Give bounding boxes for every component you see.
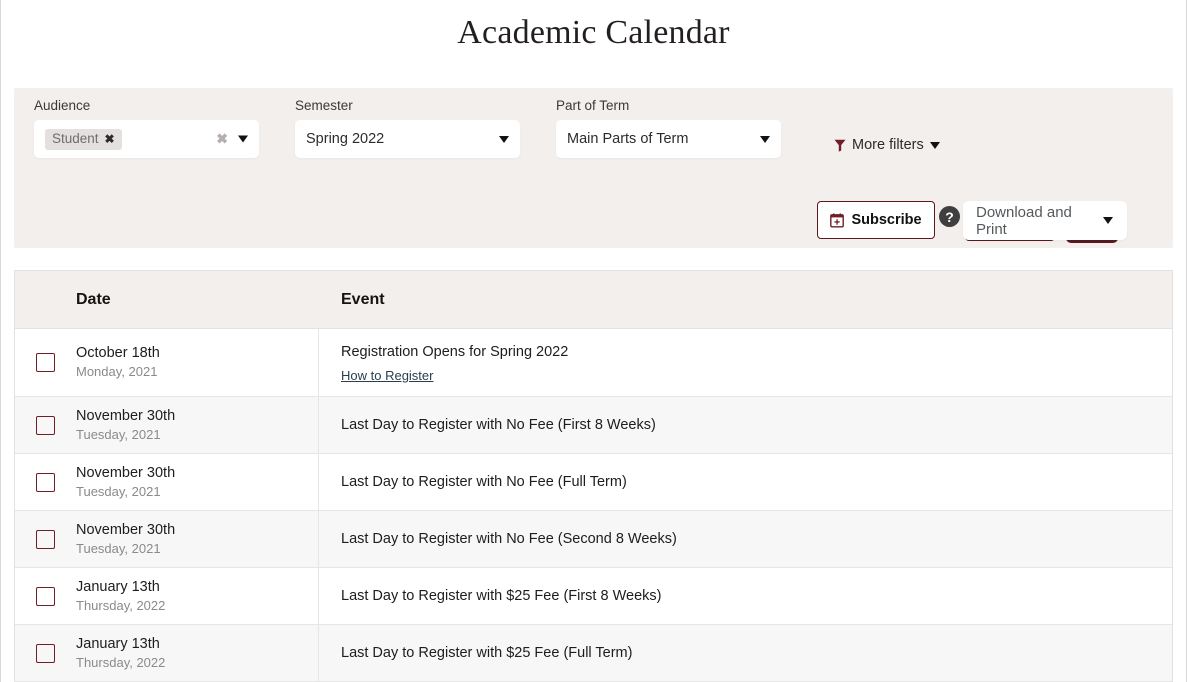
cell-event: Last Day to Register with $25 Fee (Full … (319, 625, 1172, 681)
column-header-event: Event (319, 291, 385, 309)
chevron-down-icon (1103, 217, 1113, 224)
page-title: Academic Calendar (0, 0, 1187, 60)
cell-event: Last Day to Register with No Fee (Full T… (319, 454, 1172, 510)
part-of-term-select[interactable]: Main Parts of Term (556, 120, 781, 158)
event-title: Last Day to Register with No Fee (Full T… (341, 472, 1172, 492)
download-and-print-dropdown[interactable]: Download and Print (963, 201, 1127, 240)
filter-panel: Audience Student ✖ ✖ Semester Spring 202… (14, 88, 1173, 248)
date-text: January 13thThursday, 2022 (55, 635, 165, 672)
part-of-term-field: Part of Term Main Parts of Term (556, 98, 781, 158)
more-filters-label: More filters (852, 137, 924, 153)
table-row: October 18thMonday, 2021 Registration Ope… (15, 329, 1172, 397)
semester-value: Spring 2022 (306, 131, 384, 147)
more-filters-button[interactable]: More filters (834, 137, 940, 153)
audience-chip-label: Student (52, 132, 99, 146)
cell-event: Last Day to Register with $25 Fee (First… (319, 568, 1172, 624)
cell-date: November 30thTuesday, 2021 (15, 511, 319, 567)
audience-chip-remove-icon[interactable]: ✖ (105, 132, 115, 146)
semester-select[interactable]: Spring 2022 (295, 120, 520, 158)
chevron-down-icon[interactable] (760, 136, 770, 143)
date-sub: Monday, 2021 (76, 363, 160, 381)
help-circle-icon[interactable]: ? (939, 206, 960, 227)
event-title: Registration Opens for Spring 2022 (341, 342, 1172, 362)
date-sub: Tuesday, 2021 (76, 540, 175, 558)
cell-date: January 13thThursday, 2022 (15, 625, 319, 681)
cell-event: Registration Opens for Spring 2022 How to… (319, 329, 1172, 396)
date-text: January 13thThursday, 2022 (55, 578, 165, 615)
audience-label: Audience (34, 98, 259, 114)
audience-field: Audience Student ✖ ✖ (34, 98, 259, 158)
date-text: October 18thMonday, 2021 (55, 344, 160, 381)
date-text: November 30thTuesday, 2021 (55, 521, 175, 558)
column-header-date: Date (15, 291, 319, 309)
table-row: November 30thTuesday, 2021 Last Day to Re… (15, 397, 1172, 454)
subscribe-button[interactable]: Subscribe (817, 201, 935, 239)
cell-event: Last Day to Register with No Fee (First … (319, 397, 1172, 453)
table-row: November 30thTuesday, 2021 Last Day to Re… (15, 454, 1172, 511)
chevron-down-icon[interactable] (238, 136, 248, 143)
calendar-table: Date Event October 18thMonday, 2021 Regis… (14, 270, 1173, 682)
date-main: November 30th (76, 521, 175, 540)
semester-field: Semester Spring 2022 (295, 98, 520, 158)
date-main: October 18th (76, 344, 160, 363)
cell-date: November 30thTuesday, 2021 (15, 454, 319, 510)
audience-multiselect[interactable]: Student ✖ ✖ (34, 120, 259, 158)
row-checkbox[interactable] (36, 353, 55, 372)
table-row: January 13thThursday, 2022 Last Day to Re… (15, 625, 1172, 682)
cell-date: November 30thTuesday, 2021 (15, 397, 319, 453)
table-row: November 30thTuesday, 2021 Last Day to Re… (15, 511, 1172, 568)
event-title: Last Day to Register with $25 Fee (First… (341, 586, 1172, 606)
row-checkbox[interactable] (36, 644, 55, 663)
date-sub: Tuesday, 2021 (76, 426, 175, 444)
chevron-down-icon (930, 142, 940, 149)
row-checkbox[interactable] (36, 416, 55, 435)
chevron-down-icon[interactable] (499, 136, 509, 143)
table-header-row: Date Event (15, 271, 1172, 329)
date-main: January 13th (76, 578, 165, 597)
date-sub: Thursday, 2022 (76, 597, 165, 615)
date-sub: Thursday, 2022 (76, 654, 165, 672)
cell-date: January 13thThursday, 2022 (15, 568, 319, 624)
event-title: Last Day to Register with No Fee (Second… (341, 529, 1172, 549)
row-checkbox[interactable] (36, 587, 55, 606)
date-main: January 13th (76, 635, 165, 654)
event-title: Last Day to Register with $25 Fee (Full … (341, 643, 1172, 663)
row-checkbox[interactable] (36, 530, 55, 549)
date-sub: Tuesday, 2021 (76, 483, 175, 501)
semester-label: Semester (295, 98, 520, 114)
date-text: November 30thTuesday, 2021 (55, 464, 175, 501)
date-main: November 30th (76, 464, 175, 483)
date-text: November 30thTuesday, 2021 (55, 407, 175, 444)
viewport-left-edge (0, 0, 1, 682)
cell-event: Last Day to Register with No Fee (Second… (319, 511, 1172, 567)
event-link[interactable]: How to Register (341, 368, 433, 383)
audience-clear-icon[interactable]: ✖ (216, 131, 228, 148)
funnel-icon (834, 139, 846, 152)
part-of-term-label: Part of Term (556, 98, 781, 114)
table-row: January 13thThursday, 2022 Last Day to Re… (15, 568, 1172, 625)
date-main: November 30th (76, 407, 175, 426)
cell-date: October 18thMonday, 2021 (15, 329, 319, 396)
calendar-plus-icon (830, 213, 844, 228)
table-body: October 18thMonday, 2021 Registration Ope… (15, 329, 1172, 682)
audience-chip-student[interactable]: Student ✖ (45, 129, 122, 150)
event-title: Last Day to Register with No Fee (First … (341, 415, 1172, 435)
download-and-print-label: Download and Print (976, 204, 1103, 238)
part-of-term-value: Main Parts of Term (567, 131, 688, 147)
row-checkbox[interactable] (36, 473, 55, 492)
subscribe-label: Subscribe (851, 212, 921, 228)
